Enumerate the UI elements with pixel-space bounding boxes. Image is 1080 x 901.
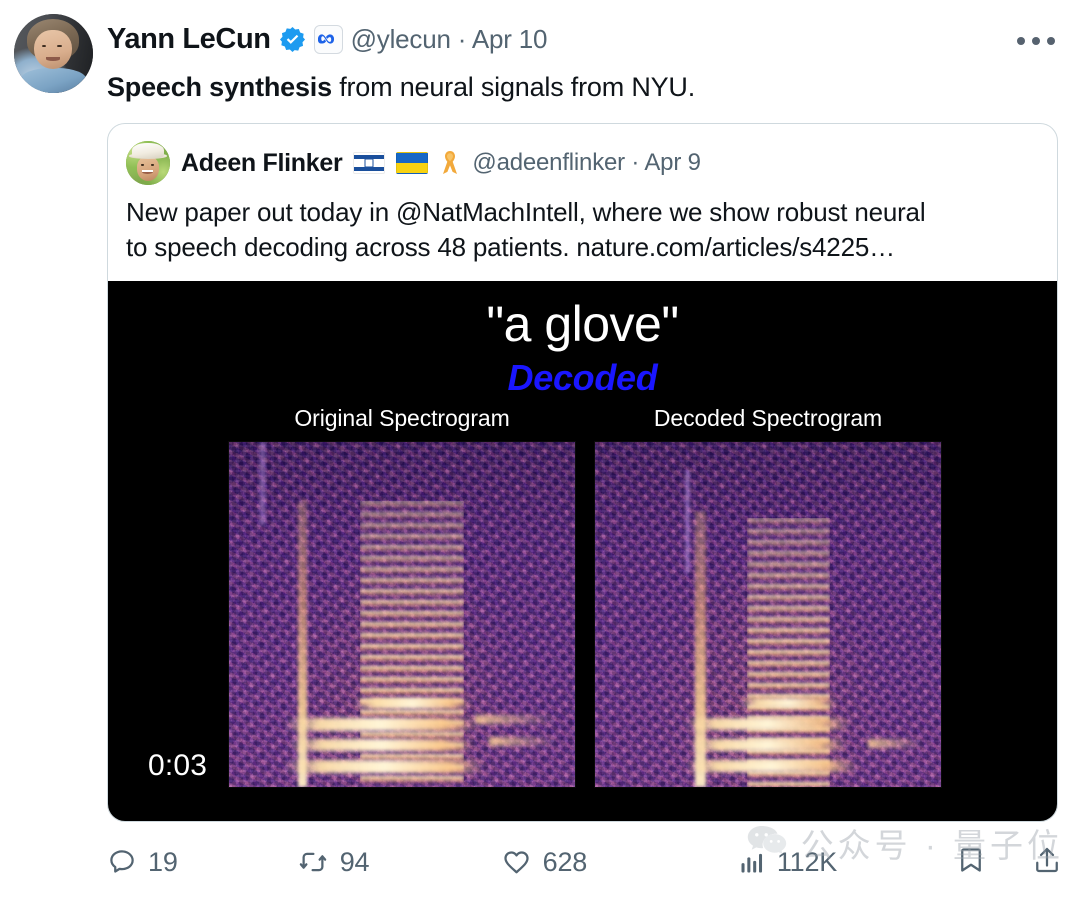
action-bar: 19 94 628 112K — [107, 836, 1062, 888]
video-timestamp: 0:03 — [148, 749, 208, 783]
quoted-avatar-eye-left — [140, 163, 145, 166]
verified-badge-icon — [279, 26, 305, 52]
spectrogram-image-original — [228, 441, 576, 789]
video-player[interactable]: "a glove" Decoded Original Spectrogram D… — [108, 281, 1057, 822]
views-count: 112K — [776, 846, 838, 877]
video-subtitle-overlay: Decoded — [507, 357, 658, 399]
spectrogram-formant — [688, 738, 848, 751]
quoted-avatar-face — [136, 156, 160, 181]
quoted-tweet-card[interactable]: Adeen Flinker @adeenflinker · Apr 9 New … — [107, 123, 1058, 823]
avatar[interactable] — [14, 14, 93, 93]
author-separator: · — [457, 23, 467, 54]
quoted-avatar-eye-right — [150, 163, 155, 166]
quoted-avatar[interactable] — [126, 141, 170, 186]
quoted-author-handle-date[interactable]: @adeenflinker · Apr 9 — [472, 149, 701, 177]
spectrogram-panel-original: Original Spectrogram — [228, 405, 576, 789]
like-count: 628 — [542, 846, 588, 877]
spectrogram-formant — [284, 718, 479, 731]
spectrogram-tail — [474, 714, 558, 724]
quoted-author-separator: · — [631, 149, 640, 177]
heart-icon — [504, 851, 529, 874]
author-row: Yann LeCun @ylecun · Apr 10 — [107, 19, 1060, 59]
like-button[interactable]: 628 — [501, 847, 738, 878]
more-options-icon[interactable] — [1012, 24, 1060, 58]
views-button[interactable]: 112K — [738, 847, 956, 878]
quoted-author-row: Adeen Flinker @adeenflinker · Apr 9 — [108, 124, 1057, 186]
tweet-text-bold: Speech synthesis — [107, 72, 332, 102]
spectrogram-formant — [284, 759, 486, 773]
retweet-icon — [299, 852, 326, 872]
spectrogram-panel-decoded: Decoded Spectrogram — [594, 405, 942, 789]
retweet-button[interactable]: 94 — [297, 847, 501, 878]
yellow-ribbon-icon — [439, 149, 461, 177]
spectrogram-label-original: Original Spectrogram — [294, 405, 510, 432]
spectrogram-label-decoded: Decoded Spectrogram — [653, 405, 883, 432]
share-icon — [1036, 847, 1058, 872]
flag-israel-icon — [353, 152, 386, 175]
spectrogram-pre-onset — [260, 442, 265, 526]
tweet-body: Yann LeCun @ylecun · Apr 10 Speech synth… — [107, 14, 1060, 901]
video-title-overlay: "a glove" — [486, 296, 679, 353]
more-dot — [1032, 37, 1040, 45]
reply-button[interactable]: 19 — [107, 847, 297, 878]
bookmark-button[interactable] — [956, 844, 986, 881]
spectrogram-row: Original Spectrogram Decoded Spectrogram — [228, 405, 942, 789]
reply-count: 19 — [148, 846, 178, 877]
quoted-author-handle: @adeenflinker — [472, 149, 625, 177]
tweet-text: Speech synthesis from neural signals fro… — [107, 70, 1060, 105]
spectrogram-tail — [488, 737, 558, 747]
spectrogram-pre-onset — [684, 469, 690, 574]
flag-ukraine-icon — [396, 152, 429, 175]
avatar-shirt — [20, 67, 87, 93]
spectrogram-formant — [684, 759, 858, 773]
quoted-text-line-1: New paper out today in @NatMachIntell, w… — [126, 197, 926, 228]
analytics-icon — [741, 853, 762, 873]
author-display-name[interactable]: Yann LeCun — [107, 23, 271, 56]
author-date: Apr 10 — [471, 23, 548, 54]
author-handle: @ylecun — [350, 23, 451, 54]
bookmark-icon — [961, 847, 981, 872]
quoted-author-date: Apr 9 — [644, 149, 701, 177]
more-dot — [1017, 37, 1025, 45]
tweet-container: Yann LeCun @ylecun · Apr 10 Speech synth… — [0, 0, 1080, 901]
retweet-count: 94 — [339, 846, 370, 877]
quoted-text-line-2: to speech decoding across 48 patients. n… — [126, 232, 895, 263]
tweet-text-rest: from neural signals from NYU. — [331, 72, 696, 102]
author-handle-date[interactable]: @ylecun · Apr 10 — [351, 24, 548, 55]
spectrogram-formant — [740, 697, 838, 708]
spectrogram-formant — [684, 718, 852, 730]
reply-icon — [110, 850, 134, 873]
quoted-avatar-hat — [132, 142, 164, 158]
share-button[interactable] — [1032, 844, 1062, 881]
more-dot — [1047, 37, 1055, 45]
quoted-author-display-name[interactable]: Adeen Flinker — [181, 149, 343, 178]
spectrogram-image-decoded — [594, 441, 942, 789]
spectrogram-formant — [287, 738, 475, 751]
meta-infinity-icon[interactable] — [313, 24, 343, 54]
quoted-tweet-text: New paper out today in @NatMachIntell, w… — [108, 185, 1057, 281]
spectrogram-formant — [353, 697, 472, 709]
avatar-face — [33, 29, 72, 70]
spectrogram-tail — [868, 738, 924, 748]
action-bar-right — [956, 844, 1062, 881]
